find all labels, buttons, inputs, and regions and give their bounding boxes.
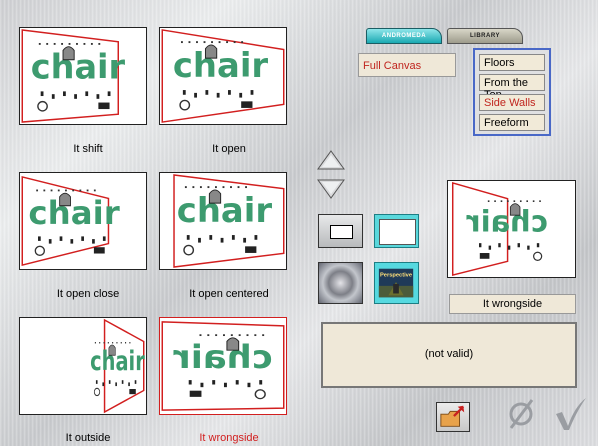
placement-menu: Floors From the Top Side Walls Freeform: [473, 48, 551, 136]
thumbnail-it-shift[interactable]: chair: [19, 27, 147, 125]
app-window: chair It shift chair It open chair It op…: [0, 0, 598, 446]
thumbnail-it-open[interactable]: chair: [159, 27, 287, 125]
thumbnail-artwork-word: chair: [177, 191, 273, 230]
thumbnail-it-wrongside[interactable]: chair: [159, 317, 287, 415]
thumbnail-artwork-word: chair: [173, 46, 269, 85]
thumbnail-it-outside[interactable]: chair: [19, 317, 147, 415]
thumbnail-artwork-word: chair: [90, 346, 145, 377]
preview-image: chair: [447, 180, 576, 278]
thumbnail-label: It outside: [65, 432, 111, 444]
thumbnail-label: It shift: [73, 143, 103, 155]
menu-item-freeform[interactable]: Freeform: [479, 114, 545, 131]
thumbnail-artwork-word: chair: [173, 338, 273, 375]
info-panel: (not valid): [321, 322, 577, 388]
menu-item-side-walls[interactable]: Side Walls: [479, 94, 545, 111]
canvas-button[interactable]: [374, 214, 419, 248]
thumbnail-artwork-word: chair: [466, 204, 548, 238]
rectangle-icon: [330, 225, 353, 239]
thumbnail-it-open-centered[interactable]: chair: [159, 172, 287, 270]
thumbnail-artwork-word: chair: [31, 47, 126, 86]
menu-item-from-the-top[interactable]: From the Top: [479, 74, 545, 101]
thumbnail-artwork-word: chair: [28, 194, 119, 232]
canvas-mode-field[interactable]: Full Canvas: [358, 53, 456, 77]
thumbnail-artwork: chair: [173, 174, 285, 268]
perspective-button[interactable]: Perspective: [374, 262, 419, 304]
up-arrow-icon[interactable]: [316, 149, 346, 171]
thumbnail-artwork: chair: [161, 29, 285, 123]
thumbnail-artwork: chair: [161, 321, 285, 411]
menu-item-floors[interactable]: Floors: [479, 54, 545, 71]
folder-icon: [440, 405, 465, 427]
preview-caption: It wrongside: [449, 294, 576, 314]
thumbnail-label-selected: It wrongside: [199, 432, 259, 444]
perspective-button-label: Perspective: [380, 272, 412, 278]
tab-andromeda[interactable]: ANDROMEDA: [366, 28, 442, 44]
checkmark-icon[interactable]: [552, 396, 588, 432]
canvas-icon: [379, 219, 416, 245]
symmetric-pattern-button[interactable]: [318, 262, 363, 304]
thumbnail-label: It open centered: [189, 288, 269, 300]
thumbnail-artwork: chair: [451, 181, 548, 276]
tab-library[interactable]: LIBRARY: [447, 28, 523, 44]
thumbnail-artwork: chair: [21, 29, 126, 123]
thumbnail-label: It open: [212, 143, 246, 155]
thumbnail-artwork: chair: [21, 175, 120, 267]
thumbnail-artwork: chair: [90, 318, 145, 414]
down-arrow-icon[interactable]: [316, 178, 346, 200]
thumbnail-it-open-close[interactable]: chair: [19, 172, 147, 270]
thumbnail-label: It open close: [56, 288, 120, 300]
rectangle-button[interactable]: [318, 214, 363, 248]
open-folder-button[interactable]: [436, 402, 470, 432]
empty-set-icon[interactable]: [506, 396, 536, 430]
